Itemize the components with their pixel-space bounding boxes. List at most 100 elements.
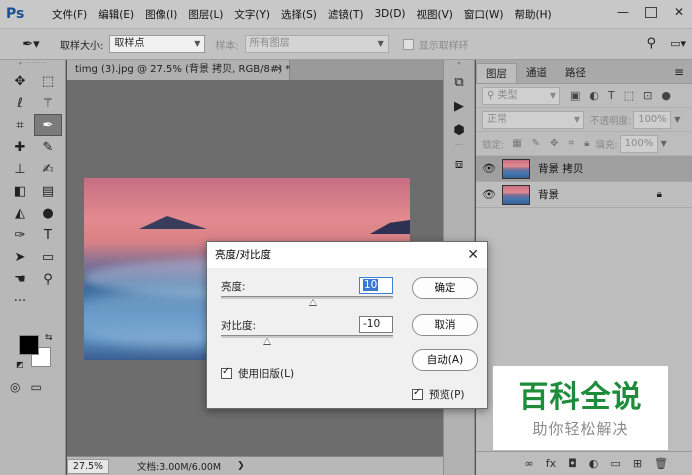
- ok-button[interactable]: 确定: [412, 277, 478, 299]
- default-colors-icon[interactable]: ◩: [16, 360, 24, 369]
- path-selection-tool-icon[interactable]: ➤: [6, 246, 34, 268]
- search-icon[interactable]: ⚲: [647, 36, 657, 51]
- brightness-slider-track[interactable]: [221, 296, 393, 299]
- menu-file[interactable]: 文件(F): [52, 7, 87, 22]
- menu-image[interactable]: 图像(I): [145, 7, 177, 22]
- lock-transparent-icon[interactable]: ▦: [512, 138, 521, 149]
- link-layers-icon[interactable]: ∞: [525, 457, 534, 470]
- filter-toggle-icon[interactable]: ●: [661, 89, 671, 102]
- checkbox-box[interactable]: [221, 366, 232, 379]
- swap-colors-icon[interactable]: ⇆: [45, 333, 53, 343]
- legacy-checkbox[interactable]: 使用旧版(L): [221, 366, 294, 381]
- adjustment-layer-icon[interactable]: ◐: [589, 457, 599, 470]
- layer-row[interactable]: 👁︎ 背景 🔒︎: [476, 182, 692, 208]
- properties-panel-icon[interactable]: ⧈: [444, 152, 474, 176]
- crop-tool-icon[interactable]: ⌗: [6, 114, 34, 136]
- menu-help[interactable]: 帮助(H): [515, 7, 552, 22]
- lock-image-icon[interactable]: ✎: [532, 138, 540, 149]
- close-icon[interactable]: ✕: [467, 242, 479, 268]
- chevron-down-icon[interactable]: ▼: [661, 139, 667, 148]
- close-icon[interactable]: ✕: [670, 3, 688, 21]
- menu-filter[interactable]: 滤镜(T): [328, 7, 364, 22]
- dodge-tool-icon[interactable]: ●: [34, 202, 62, 224]
- sample-size-select[interactable]: 取样点 ▼: [109, 35, 206, 53]
- fx-icon[interactable]: fx: [546, 457, 556, 470]
- lock-position-icon[interactable]: ✥: [550, 138, 558, 149]
- maximize-icon[interactable]: [645, 6, 657, 18]
- pen-tool-icon[interactable]: ✑: [6, 224, 34, 246]
- marquee-tool-icon[interactable]: ⬚: [34, 70, 62, 92]
- layer-row[interactable]: 👁︎ 背景 拷贝: [476, 156, 692, 182]
- preview-checkbox[interactable]: 预览(P): [412, 387, 465, 402]
- checkbox-box[interactable]: [402, 38, 414, 50]
- smart-object-filter-icon[interactable]: ⊡: [643, 89, 652, 102]
- workspace-icon[interactable]: ▭▾: [670, 37, 686, 50]
- menu-type[interactable]: 文字(Y): [234, 7, 270, 22]
- eyedropper-tool-preset-icon[interactable]: ✒▾: [18, 33, 44, 55]
- rectangle-tool-icon[interactable]: ▭: [34, 246, 62, 268]
- magic-wand-tool-icon[interactable]: ⚚: [34, 92, 62, 114]
- minimize-icon[interactable]: —: [614, 3, 632, 21]
- shape-filter-icon[interactable]: ⬚: [624, 89, 634, 102]
- panel-menu-icon[interactable]: ≡: [674, 65, 684, 79]
- eyedropper-tool-icon[interactable]: ✒: [34, 114, 62, 136]
- group-icon[interactable]: ▭: [610, 457, 620, 470]
- foreground-color[interactable]: [19, 335, 39, 355]
- type-tool-icon[interactable]: T: [34, 224, 62, 246]
- checkbox-box[interactable]: [412, 387, 423, 400]
- menu-view[interactable]: 视图(V): [417, 7, 453, 22]
- dialog-titlebar[interactable]: 亮度/对比度 ✕: [207, 242, 487, 268]
- zoom-tool-icon[interactable]: ⚲: [34, 268, 62, 290]
- sample-select[interactable]: 所有图层 ▼: [244, 35, 389, 53]
- contrast-input[interactable]: -10: [359, 316, 393, 333]
- chevron-down-icon[interactable]: ▼: [674, 115, 680, 124]
- healing-brush-tool-icon[interactable]: ✚: [6, 136, 34, 158]
- menu-select[interactable]: 选择(S): [281, 7, 317, 22]
- brush-tool-icon[interactable]: ✎: [34, 136, 62, 158]
- panel-grip[interactable]: «: [444, 60, 474, 70]
- 3d-panel-icon[interactable]: ⬢: [444, 118, 474, 142]
- lasso-tool-icon[interactable]: ℓ: [6, 92, 34, 114]
- history-panel-icon[interactable]: ⧉: [444, 70, 474, 94]
- menu-layer[interactable]: 图层(L): [188, 7, 223, 22]
- document-tab[interactable]: timg (3).jpg @ 27.5% (背景 拷贝, RGB/8#) * ✕: [67, 60, 290, 80]
- cancel-button[interactable]: 取消: [412, 314, 478, 336]
- contrast-slider-track[interactable]: [221, 335, 393, 338]
- more-tools-icon[interactable]: ···: [6, 290, 34, 312]
- menu-window[interactable]: 窗口(W): [464, 7, 504, 22]
- screen-mode-icon[interactable]: ▭: [30, 380, 41, 394]
- mask-icon[interactable]: ◘: [568, 457, 577, 470]
- eye-icon[interactable]: 👁︎: [476, 162, 502, 175]
- panel-grip[interactable]: » ·······: [0, 60, 65, 70]
- stamp-tool-icon[interactable]: ⊥: [6, 158, 34, 180]
- image-filter-icon[interactable]: ▣: [570, 89, 580, 102]
- gradient-tool-icon[interactable]: ▤: [34, 180, 62, 202]
- history-brush-tool-icon[interactable]: ✍: [34, 158, 62, 180]
- brightness-input[interactable]: 10: [359, 277, 393, 294]
- quick-mask-icon[interactable]: ◎: [10, 380, 20, 394]
- contrast-slider-thumb[interactable]: [262, 338, 271, 345]
- opacity-field[interactable]: 100%: [633, 110, 672, 129]
- chevron-right-icon[interactable]: ❯: [237, 461, 245, 471]
- menu-edit[interactable]: 编辑(E): [98, 7, 134, 22]
- brightness-slider-thumb[interactable]: [308, 299, 317, 306]
- close-icon[interactable]: ✕: [275, 60, 283, 80]
- layer-filter-select[interactable]: ⚲ 类型 ▼: [482, 86, 560, 105]
- auto-button[interactable]: 自动(A): [412, 349, 478, 371]
- lock-all-icon[interactable]: 🔒︎: [584, 138, 589, 149]
- zoom-field[interactable]: 27.5%: [67, 458, 109, 474]
- menu-3d[interactable]: 3D(D): [374, 8, 405, 20]
- eraser-tool-icon[interactable]: ◧: [6, 180, 34, 202]
- actions-panel-icon[interactable]: ▶: [444, 94, 474, 118]
- show-ring-checkbox[interactable]: 显示取样环: [402, 37, 469, 52]
- new-layer-icon[interactable]: ⊞: [633, 457, 642, 470]
- lock-artboard-icon[interactable]: ⌗: [568, 138, 574, 149]
- move-tool-icon[interactable]: ✥: [6, 70, 34, 92]
- fill-field[interactable]: 100%: [619, 134, 658, 153]
- trash-icon[interactable]: 🗑︎: [654, 457, 668, 470]
- eye-icon[interactable]: 👁︎: [476, 188, 502, 201]
- type-filter-icon[interactable]: T: [608, 89, 615, 102]
- tab-layers[interactable]: 图层: [476, 63, 517, 83]
- tab-paths[interactable]: 路径: [556, 63, 595, 83]
- panel-grip[interactable]: ····: [444, 142, 474, 152]
